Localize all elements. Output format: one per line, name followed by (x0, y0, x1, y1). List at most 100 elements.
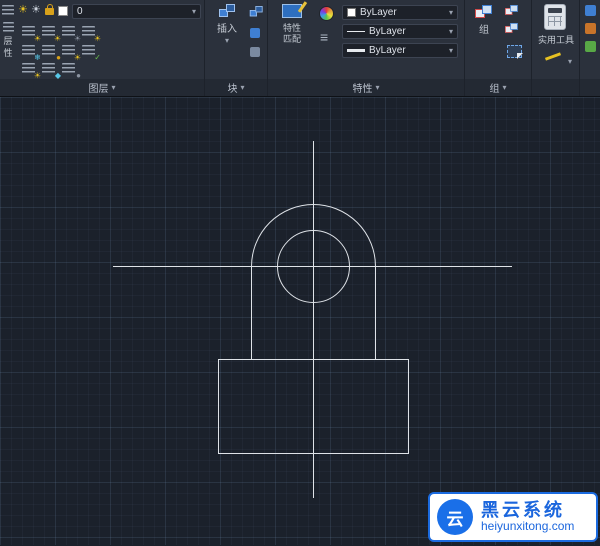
watermark: 云 黑云系统 heiyunxitong.com (428, 492, 598, 542)
properties-panel-label-text: 特性 (352, 84, 373, 95)
partial-panel-label (580, 79, 600, 96)
ungroup-icon[interactable] (505, 5, 523, 25)
chevron-down-icon: ▾ (448, 7, 453, 17)
match-properties-icon (282, 4, 302, 18)
match-properties-button[interactable]: 特性 匹配 (272, 4, 312, 46)
layers-panel-body: ☀ ☀ 0 ▾ 层 性 ☀ ☀ ☀ ☀ ❄ ● ☀ ✓ ☀ ◆ ● (0, 0, 204, 79)
measure-icon[interactable] (544, 52, 562, 61)
clipped-tool-icon[interactable] (585, 41, 596, 52)
group-panel-label[interactable]: 组 ▾ (465, 79, 531, 96)
chevron-down-icon: ▾ (375, 82, 380, 92)
ribbon-panel-properties: 特性 匹配 ≡ ByLayer ▾ ByLayer ▾ ByLayer ▾ 特性… (268, 0, 465, 96)
layer-properties-label-top: 层 (3, 36, 13, 47)
lineweight-dropdown[interactable]: ByLayer ▾ (342, 43, 458, 58)
layer-tool-icon[interactable]: ☀ (42, 24, 61, 43)
clipped-tool-icon[interactable] (585, 23, 596, 34)
layer-tool-icon[interactable]: ● (42, 43, 61, 62)
watermark-title: 黑云系统 (481, 499, 565, 520)
utilities-panel-title: 实用工具 (537, 35, 574, 45)
group-panel-body: 组 (465, 0, 531, 79)
block-panel-body: 插入 ▾ (205, 0, 267, 79)
chevron-down-icon: ▾ (191, 6, 196, 16)
sun-icon: ☀ (33, 34, 41, 43)
layer-lock-icon[interactable] (45, 4, 54, 15)
sun-icon: ☀ (73, 34, 81, 43)
ribbon-toolbar: ☀ ☀ 0 ▾ 层 性 ☀ ☀ ☀ ☀ ❄ ● ☀ ✓ ☀ ◆ ● 图层 ▾ 插… (0, 0, 600, 96)
layer-tool-icon[interactable]: ☀ (22, 61, 41, 80)
sun-icon: ☀ (33, 71, 41, 80)
color-wheel-icon[interactable] (319, 6, 334, 21)
layer-tool-icon[interactable]: ❄ (22, 43, 41, 62)
block-editor-icon[interactable] (250, 28, 260, 38)
dot-icon: ● (76, 71, 81, 80)
chevron-down-icon[interactable]: ▾ (568, 58, 572, 66)
lineweight-swatch (347, 49, 365, 52)
ribbon-panel-partial (580, 0, 600, 96)
group-button-label: 组 (479, 25, 489, 36)
layer-properties-icon (2, 22, 14, 32)
drawing-canvas[interactable] (0, 96, 600, 545)
chevron-down-icon: ▾ (111, 82, 116, 92)
ribbon-panel-utilities: 实用工具 ▾ (532, 0, 580, 96)
layer-dropdown[interactable]: 0 ▾ (72, 4, 201, 19)
layer-tool-icon[interactable]: ✓ (82, 43, 101, 62)
ribbon-panel-block: 插入 ▾ 块 ▾ (205, 0, 268, 96)
layer-properties-button[interactable]: 层 性 (0, 22, 16, 59)
watermark-url: heiyunxitong.com (481, 519, 575, 534)
lineweight-value: ByLayer (369, 45, 406, 56)
chevron-down-icon: ▾ (240, 82, 245, 92)
chevron-down-icon: ▾ (448, 26, 453, 36)
diamond-icon: ◆ (54, 71, 61, 80)
color-swatch (347, 8, 356, 17)
ribbon-panel-group: 组 组 ▾ (465, 0, 532, 96)
match-properties-label-2: 匹配 (282, 34, 301, 45)
group-button[interactable]: 组 (469, 5, 499, 38)
create-block-icon[interactable] (249, 6, 267, 26)
watermark-logo-icon: 云 (437, 499, 473, 535)
utilities-panel-label[interactable] (532, 79, 579, 96)
properties-panel-label[interactable]: 特性 ▾ (268, 79, 464, 96)
sun-icon: ☀ (93, 34, 101, 43)
chevron-down-icon: ▾ (502, 82, 507, 92)
layer-states-icon[interactable] (2, 4, 14, 22)
utilities-panel-body: 实用工具 ▾ (532, 0, 579, 79)
partial-panel-body (580, 0, 600, 79)
linetype-lines-icon[interactable]: ≡ (320, 30, 328, 44)
insert-block-label: 插入 (217, 24, 237, 35)
linetype-dropdown[interactable]: ByLayer ▾ (342, 24, 458, 39)
object-color-value: ByLayer (360, 7, 397, 18)
layer-on-icon[interactable]: ☀ (18, 5, 28, 16)
layer-tool-icon[interactable]: ☀ (62, 43, 81, 62)
group-selection-icon[interactable] (507, 45, 523, 59)
layer-dropdown-value: 0 (77, 6, 83, 17)
drawing-layer (113, 141, 512, 498)
clipped-tool-icon[interactable] (585, 5, 596, 16)
layer-properties-label-bottom: 性 (3, 48, 13, 59)
chevron-down-icon: ▾ (224, 35, 229, 45)
block-attributes-icon[interactable] (250, 47, 260, 57)
layer-tool-icon[interactable]: ☀ (82, 24, 101, 43)
layer-tool-icon[interactable]: ☀ (62, 24, 81, 43)
layers-panel-label-text: 图层 (88, 84, 109, 95)
group-edit-icon[interactable] (505, 23, 523, 43)
watermark-text: 黑云系统 heiyunxitong.com (481, 500, 574, 534)
calculator-icon[interactable] (544, 4, 566, 30)
insert-block-button[interactable]: 插入 ▾ (211, 4, 243, 45)
group-icon (475, 5, 493, 20)
layer-color-swatch[interactable] (58, 6, 68, 16)
sun-icon: ☀ (53, 34, 61, 43)
chevron-down-icon: ▾ (448, 45, 453, 55)
ribbon-panel-layers: ☀ ☀ 0 ▾ 层 性 ☀ ☀ ☀ ☀ ❄ ● ☀ ✓ ☀ ◆ ● 图层 ▾ (0, 0, 205, 96)
insert-block-icon (218, 4, 236, 19)
block-panel-label[interactable]: 块 ▾ (205, 79, 267, 96)
object-color-dropdown[interactable]: ByLayer ▾ (342, 5, 458, 20)
group-panel-label-text: 组 (489, 84, 500, 95)
layers-panel-label[interactable]: 图层 ▾ (0, 79, 204, 96)
layer-thaw-icon[interactable]: ☀ (31, 5, 41, 16)
layer-tool-icon[interactable]: ◆ (42, 61, 61, 80)
layer-tool-icon[interactable]: ● (62, 61, 81, 80)
match-properties-label-1: 特性 (282, 23, 301, 33)
layer-tool-icon[interactable]: ☀ (22, 24, 41, 43)
watermark-logo-char: 云 (446, 509, 464, 529)
linetype-swatch (347, 31, 365, 32)
